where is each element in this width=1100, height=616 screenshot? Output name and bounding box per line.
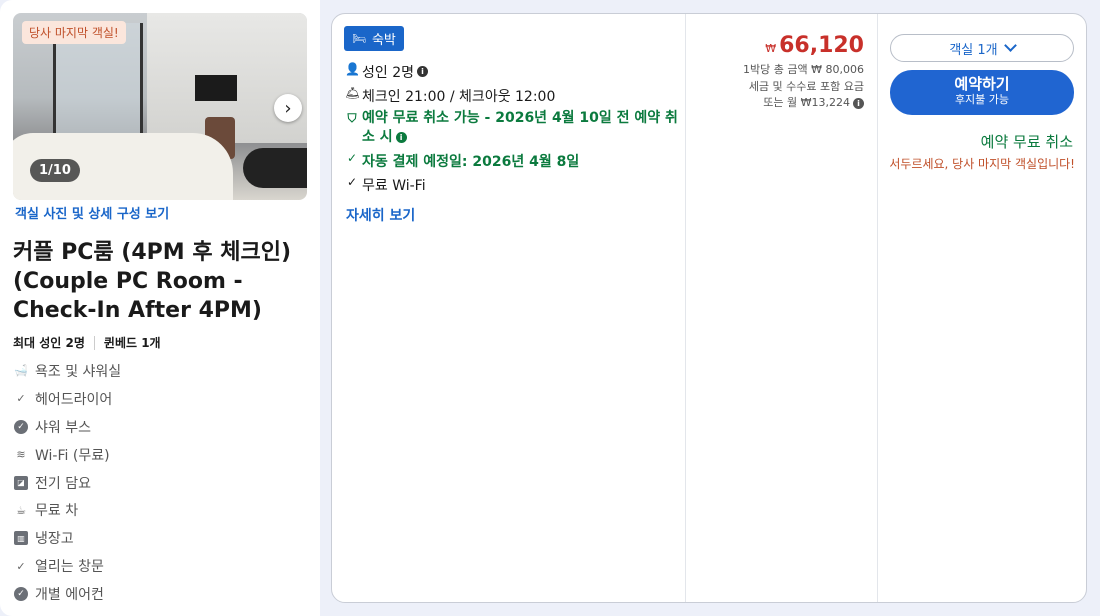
next-photo-button[interactable]: › (274, 94, 302, 122)
monthly-line: 또는 월 ₩13,224 i (743, 95, 864, 112)
room-meta: 최대 성인 2명 퀸베드 1개 (13, 334, 161, 351)
amenity-item: ✓ 헤어드라이어 (14, 385, 121, 413)
photo-counter: 1/10 (30, 159, 80, 182)
info-icon[interactable]: i (395, 131, 407, 143)
total-price-line: 1박당 총 금액 ₩ 80,006 (743, 63, 864, 76)
photo-desk (243, 148, 307, 188)
bellhop-icon: 🛎 (345, 86, 361, 100)
checkin-times: 🛎 체크인 21:00 / 체크아웃 12:00 (345, 86, 556, 105)
amenity-item: ✓ 샤워 부스 (14, 413, 121, 441)
chevron-down-icon (1003, 39, 1017, 52)
shield-check-icon: ⛉ (347, 111, 357, 125)
amenity-item: 🛁 욕조 및 샤워실 (14, 363, 122, 380)
bed-type: 퀸베드 1개 (103, 336, 161, 350)
currency-symbol: ₩ (765, 42, 777, 55)
bed-icon: 🛏 (352, 32, 366, 45)
more-details-link[interactable]: 자세히 보기 (346, 205, 415, 225)
check-circle-icon: ✓ (14, 419, 28, 434)
info-icon[interactable]: i (853, 97, 864, 109)
check-circle-icon: ✓ (14, 587, 28, 602)
free-wifi: ✓ 무료 Wi-Fi (346, 175, 426, 194)
chevron-right-icon: › (284, 97, 292, 119)
fridge-icon: ▥ (14, 531, 28, 546)
free-cancel-text: 예약 무료 취소 가능 - 2026년 4월 10일 전 예약 취 소 시i (362, 110, 678, 145)
stay-badge: 🛏 숙박 (344, 26, 404, 51)
check-icon: ✓ (346, 175, 358, 189)
wifi-icon: ≋ (16, 448, 26, 462)
nightly-price: ₩66,120 (765, 33, 864, 58)
offer-panel: 🛏 숙박 👤 성인 2명 i 🛎 체크인 21:00 / 체크아웃 12:00 … (331, 13, 1087, 603)
check-icon: ✓ (346, 151, 358, 165)
room-photos-link[interactable]: 객실 사진 및 상세 구성 보기 (15, 203, 169, 222)
max-guests: 최대 성인 2명 (13, 336, 85, 350)
tax-line: 세금 및 수수료 포함 요금 (748, 79, 864, 93)
meta-divider (93, 335, 95, 350)
check-icon: ✓ (16, 392, 26, 406)
amenity-item: ✓ 개별 에어컨 (14, 580, 121, 608)
last-room-badge: 당사 마지막 객실! (22, 21, 126, 44)
hot-drink-icon: ☕ (16, 503, 26, 517)
guest-count: 👤 성인 2명 i (345, 62, 428, 82)
check-icon: ✓ (16, 559, 26, 573)
free-cancel-label: 예약 무료 취소 (980, 133, 1073, 151)
room-photo[interactable]: 당사 마지막 객실! › 1/10 (13, 13, 307, 200)
amenity-item: ≋ Wi-Fi (무료) (14, 441, 121, 469)
blanket-icon: ◪ (14, 475, 28, 490)
photo-tv (195, 75, 237, 101)
auto-payment-date: ✓ 자동 결제 예정일: 2026년 4월 8일 (346, 151, 580, 170)
amenity-item: ◪ 전기 담요 (14, 469, 121, 497)
bathtub-icon: 🛁 (14, 364, 28, 378)
book-button[interactable]: 예약하기 후지불 가능 (890, 70, 1074, 115)
person-icon: 👤 (345, 62, 360, 76)
info-icon[interactable]: i (417, 66, 428, 77)
amenity-item: ☕ 무료 차 (14, 496, 121, 524)
room-card: 당사 마지막 객실! › 1/10 객실 사진 및 상세 구성 보기 커플 PC… (0, 0, 320, 616)
last-room-warning: 서두르세요, 당사 마지막 객실입니다! (889, 157, 1075, 171)
amenity-list: 🛁 욕조 및 샤워실 ✓ 헤어드라이어 ✓ 샤워 부스 ≋ Wi-Fi (무료) ◪ 전기… (14, 357, 121, 608)
column-divider (877, 14, 878, 602)
column-divider (685, 14, 686, 602)
room-title: 커플 PC룸 (4PM 후 체크인) (Couple PC Room - Che… (13, 240, 292, 323)
free-cancel-policy: ⛉ 예약 무료 취소 가능 - 2026년 4월 10일 전 예약 취 소 시i (345, 109, 678, 147)
rooms-dropdown[interactable]: 객실 1개 (890, 34, 1074, 62)
amenity-item: ✓ 열리는 창문 (14, 552, 121, 580)
amenity-item: ▥ 냉장고 (14, 524, 121, 552)
price-breakdown: 1박당 총 금액 ₩ 80,006 세금 및 수수료 포함 요금 또는 월 ₩1… (743, 62, 864, 112)
price-amount: 66,120 (779, 33, 864, 58)
